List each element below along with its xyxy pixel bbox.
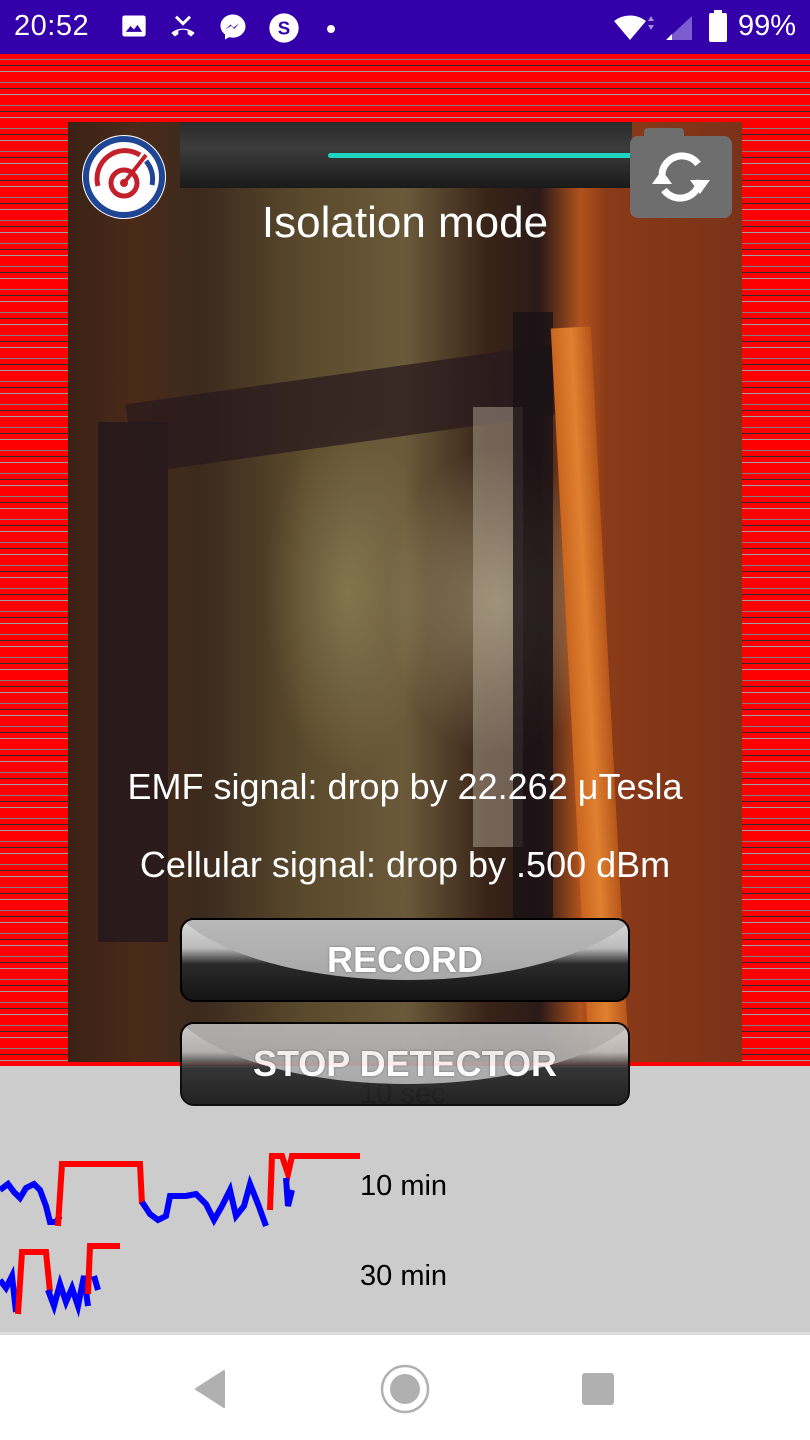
graph-10min-signal-line bbox=[139, 1174, 269, 1228]
status-bar: 20:52 S 99% bbox=[0, 0, 810, 54]
graph-10min-signal-line bbox=[283, 1177, 295, 1207]
clock: 20:52 bbox=[14, 10, 90, 42]
svg-text:S: S bbox=[278, 18, 290, 39]
graph-10min-signal-line bbox=[0, 1179, 63, 1225]
graph-label-10-min: 10 min bbox=[360, 1170, 448, 1202]
dot-icon bbox=[326, 21, 336, 39]
graph-label-30-min: 30 min bbox=[360, 1260, 448, 1292]
sensitivity-slider-bar bbox=[180, 122, 722, 188]
image-icon bbox=[120, 12, 148, 45]
home-icon bbox=[380, 1364, 430, 1414]
record-button-label: RECORD bbox=[326, 939, 483, 980]
recents-button[interactable] bbox=[568, 1359, 628, 1419]
graph-30min-signal-line bbox=[0, 1265, 19, 1313]
skype-icon: S bbox=[268, 12, 300, 49]
battery-icon bbox=[708, 10, 728, 47]
wifi-icon bbox=[612, 12, 658, 47]
stop-detector-button[interactable]: STOP DETECTOR bbox=[180, 1022, 630, 1106]
preview-scene-shape bbox=[513, 312, 553, 932]
cell-signal-icon bbox=[664, 14, 694, 47]
mode-title: Isolation mode bbox=[261, 198, 549, 247]
record-button[interactable]: RECORD bbox=[180, 918, 630, 1002]
back-button[interactable] bbox=[180, 1359, 240, 1419]
graph-30min-signal-line bbox=[91, 1275, 101, 1291]
missed-call-icon bbox=[168, 12, 198, 45]
graph-30min-alert-line bbox=[15, 1249, 53, 1315]
cellular-signal-readout: Cellular signal: drop by .500 dBm bbox=[139, 844, 671, 885]
emf-signal-readout: EMF signal: drop by 22.262 μTesla bbox=[127, 766, 683, 807]
graph-10min-alert-line bbox=[55, 1161, 145, 1227]
graph-30min-alert-line bbox=[85, 1243, 120, 1295]
back-icon bbox=[195, 1370, 225, 1408]
recents-icon bbox=[582, 1373, 614, 1405]
stop-detector-button-label: STOP DETECTOR bbox=[252, 1043, 558, 1084]
home-button[interactable] bbox=[375, 1359, 435, 1419]
navigation-bar bbox=[0, 1332, 810, 1440]
battery-percent: 99% bbox=[737, 10, 796, 42]
graph-30min-signal-line bbox=[45, 1273, 91, 1318]
messenger-icon bbox=[218, 12, 248, 47]
